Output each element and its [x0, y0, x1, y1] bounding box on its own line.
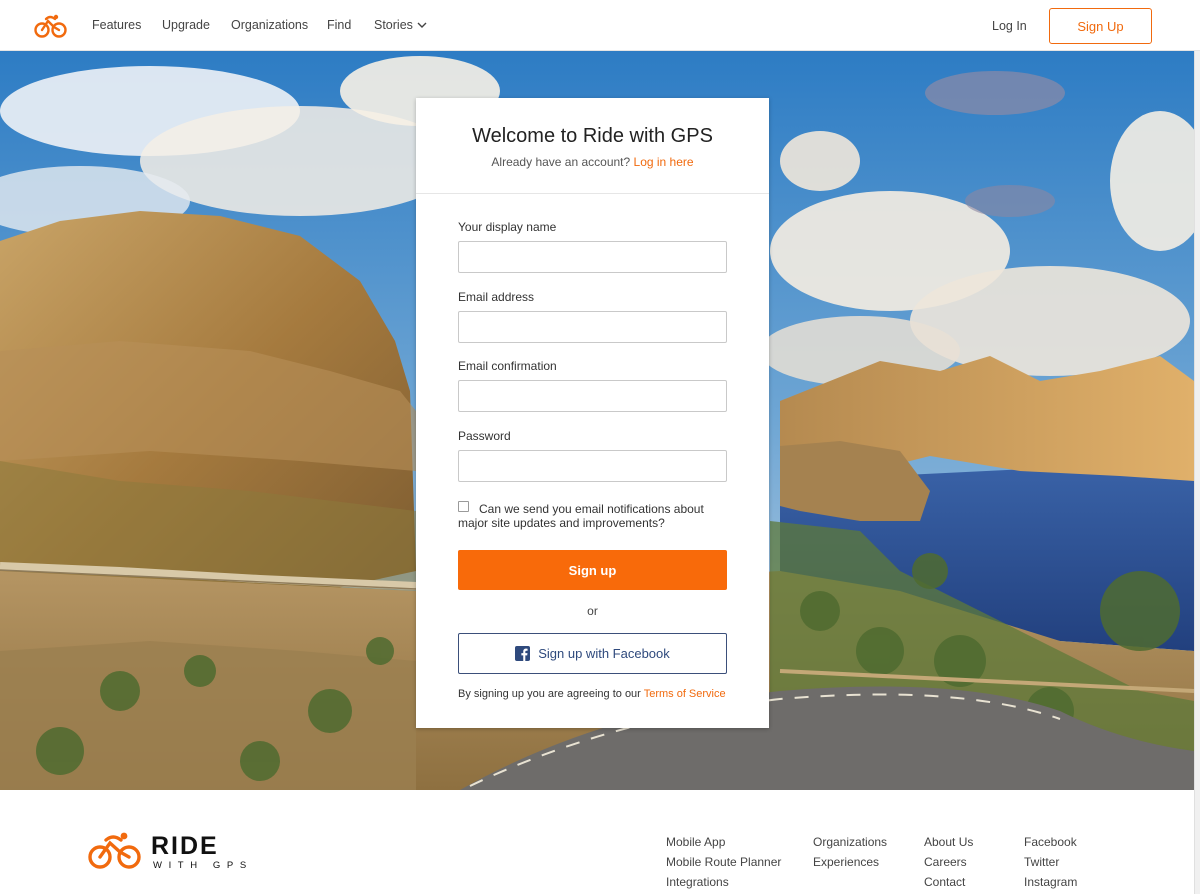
email-confirm-label: Email confirmation	[458, 359, 557, 373]
footer-twitter[interactable]: Twitter	[1024, 855, 1059, 869]
signup-card-header: Welcome to Ride with GPS Already have an…	[416, 98, 769, 194]
display-name-label: Your display name	[458, 220, 557, 234]
top-navigation: Features Upgrade Organizations Find Stor…	[0, 0, 1200, 51]
facebook-icon	[515, 646, 531, 661]
nav-upgrade[interactable]: Upgrade	[162, 18, 210, 32]
notify-checkbox-label: Can we send you email notifications abou…	[458, 502, 704, 530]
chevron-down-icon	[417, 22, 427, 28]
email-input[interactable]	[458, 311, 727, 343]
footer-mobile-route-planner[interactable]: Mobile Route Planner	[666, 855, 781, 869]
email-label: Email address	[458, 290, 535, 304]
terms-text: By signing up you are agreeing to our Te…	[458, 688, 748, 700]
email-confirm-input[interactable]	[458, 380, 727, 412]
page-title: Welcome to Ride with GPS	[472, 125, 713, 147]
facebook-signup-button[interactable]: Sign up with Facebook	[458, 633, 727, 674]
or-divider-text: or	[587, 604, 598, 618]
terms-of-service-link[interactable]: Terms of Service	[644, 688, 726, 700]
bicycle-logo-icon[interactable]	[34, 13, 68, 39]
facebook-signup-label: Sign up with Facebook	[538, 646, 670, 661]
signup-card: Welcome to Ride with GPS Already have an…	[416, 98, 769, 728]
footer-experiences[interactable]: Experiences	[813, 855, 879, 869]
nav-stories-label: Stories	[374, 18, 413, 32]
footer-careers[interactable]: Careers	[924, 855, 967, 869]
already-account-prefix: Already have an account?	[491, 155, 631, 169]
logo-word-ride: RIDE	[151, 832, 219, 860]
footer-contact[interactable]: Contact	[924, 875, 965, 889]
site-footer: RIDE WITH GPS Mobile App Mobile Route Pl…	[0, 790, 1194, 894]
logo-word-with-gps: WITH GPS	[153, 860, 253, 871]
nav-stories[interactable]: Stories	[374, 18, 428, 32]
password-label: Password	[458, 429, 511, 443]
display-name-input[interactable]	[458, 241, 727, 273]
ride-with-gps-logo[interactable]: RIDE WITH GPS	[88, 830, 268, 872]
signup-submit-button[interactable]: Sign up	[458, 550, 727, 590]
page-scrollbar[interactable]	[1194, 51, 1200, 894]
nav-find[interactable]: Find	[327, 18, 351, 32]
footer-about-us[interactable]: About Us	[924, 835, 973, 849]
password-input[interactable]	[458, 450, 727, 482]
signup-top-button[interactable]: Sign Up	[1049, 8, 1152, 44]
footer-mobile-app[interactable]: Mobile App	[666, 835, 725, 849]
bicycle-logo-icon	[88, 832, 141, 869]
footer-integrations[interactable]: Integrations	[666, 875, 729, 889]
terms-prefix: By signing up you are agreeing to our	[458, 688, 641, 700]
nav-organizations[interactable]: Organizations	[231, 18, 308, 32]
login-here-link[interactable]: Log in here	[634, 155, 694, 169]
login-link[interactable]: Log In	[992, 19, 1027, 33]
nav-features[interactable]: Features	[92, 18, 141, 32]
footer-facebook[interactable]: Facebook	[1024, 835, 1077, 849]
footer-instagram[interactable]: Instagram	[1024, 875, 1077, 889]
footer-organizations[interactable]: Organizations	[813, 835, 887, 849]
already-account-text: Already have an account? Log in here	[416, 155, 769, 169]
